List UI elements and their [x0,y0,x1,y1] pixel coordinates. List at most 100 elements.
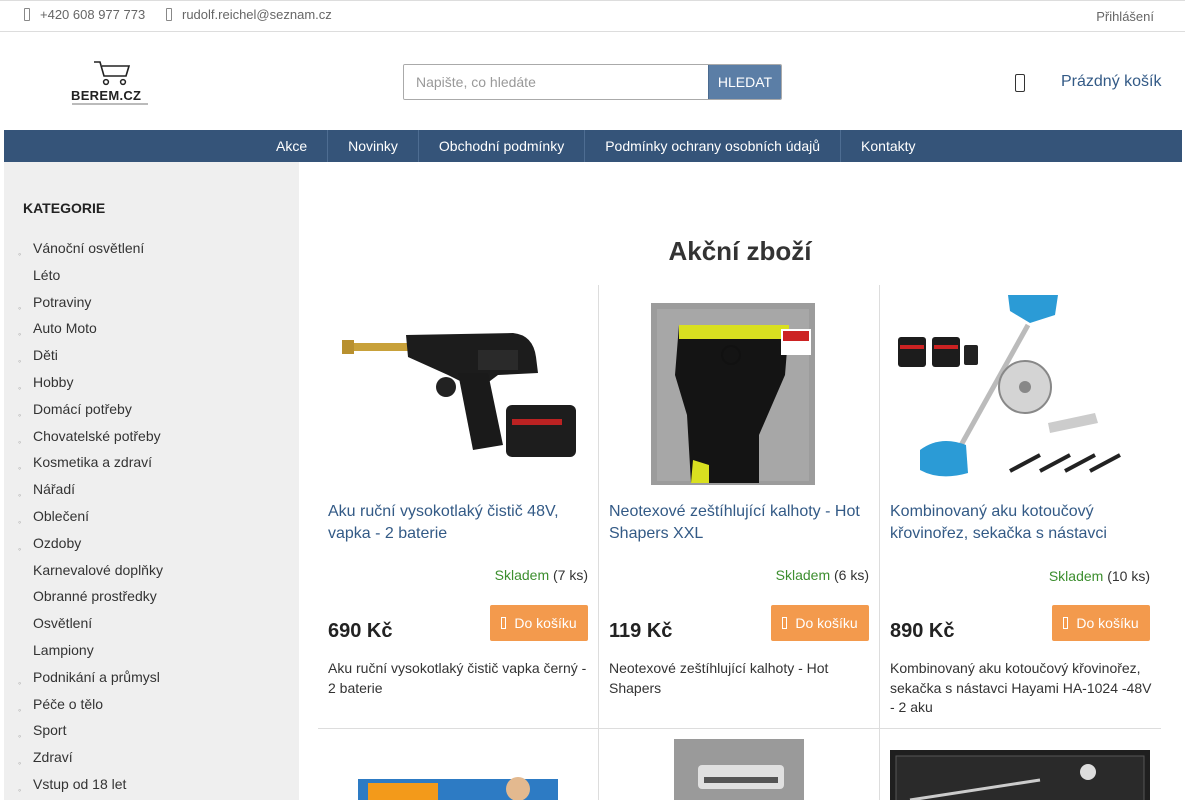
sidebar-title: KATEGORIE [23,200,106,216]
product-image-box[interactable] [328,775,588,800]
nav-item-kontakty[interactable]: Kontakty [841,130,935,162]
bullet-icon: ◦ [18,409,22,420]
grid-divider [598,285,599,800]
stock-info: Skladem (6 ks) [776,567,869,583]
category-sidebar: KATEGORIE ◦ Vánoční osvětlení Léto ◦ Potravi… [4,162,299,800]
nav-item-obchodni-podminky[interactable]: Obchodní podmínky [419,130,586,162]
category-label: Potraviny [33,293,92,310]
category-item[interactable]: Lampiony [18,641,163,668]
cart-icon [1063,617,1069,629]
category-item[interactable]: ◦ Zdraví [18,748,163,775]
bullet-icon: ◦ [18,490,22,501]
category-item[interactable]: ◦ Ozdoby [18,534,163,561]
bullet-icon: ◦ [18,758,22,769]
search-input[interactable] [404,65,709,99]
category-item[interactable]: ◦ Kosmetika a zdraví [18,453,163,480]
stock-count: (7 ks) [553,567,588,583]
stock-count: (10 ks) [1107,568,1150,584]
product-image-pressure-washer[interactable] [328,295,588,485]
product-name-link[interactable]: Kombinovaný aku kotoučový křovinořez, se… [890,501,1150,545]
bullet-icon: ◦ [18,356,22,367]
top-bar: +420 608 977 773 rudolf.reichel@seznam.c… [0,0,1185,32]
category-item[interactable]: Obranné prostředky [18,587,163,614]
add-to-cart-label: Do košíku [514,615,577,631]
category-label: Oblečení [33,507,90,524]
cart-icon[interactable] [1015,74,1025,92]
site-logo[interactable]: BEREM.CZ [70,58,152,108]
main-nav: Akce Novinky Obchodní podmínky Podmínky … [4,130,1182,162]
stock-status: Skladem [1048,568,1104,584]
category-label: Nářadí [33,481,76,498]
category-item[interactable]: ◦ Chovatelské potřeby [18,427,163,454]
logo-tagline-line [72,103,148,105]
product-price: 890 Kč [890,620,955,642]
category-item[interactable]: ◦ Domácí potřeby [18,400,163,427]
phone-number[interactable]: +420 608 977 773 [40,7,145,22]
category-label: Karnevalové doplňky [33,561,163,578]
login-link[interactable]: Přihlášení [1096,9,1154,24]
category-item[interactable]: ◦ Vánoční osvětlení [18,239,163,266]
category-item[interactable]: Léto [18,266,163,293]
product-image-hot-shapers[interactable] [609,295,869,485]
product-image-box[interactable] [674,739,804,800]
bullet-icon: ◦ [18,463,22,474]
category-item[interactable]: Osvětlení [18,614,163,641]
category-item[interactable]: ◦ Potraviny [18,293,163,320]
category-label: Hobby [33,373,74,390]
bullet-icon: ◦ [18,249,22,259]
nav-item-ochrana-udaju[interactable]: Podmínky ochrany osobních údajů [585,130,842,162]
stock-status: Skladem [494,567,550,583]
cart-link[interactable]: Prázdný košík [1061,73,1161,91]
category-label: Auto Moto [33,320,97,337]
phone-contact[interactable]: +420 608 977 773 [24,7,145,22]
search-button[interactable]: HLEDAT [708,65,781,99]
category-item[interactable]: ◦ Nářadí [18,480,163,507]
category-label: Podnikání a průmysl [33,668,160,685]
product-name-link[interactable]: Aku ruční vysokotlaký čistič 48V, vapka … [328,501,588,545]
category-item[interactable]: ◦ Sport [18,721,163,748]
email-contact[interactable]: rudolf.reichel@seznam.cz [166,7,332,22]
category-label: Kosmetika a zdraví [33,454,153,471]
category-item[interactable]: ◦ Vstup od 18 let [18,775,163,800]
email-address[interactable]: rudolf.reichel@seznam.cz [182,7,332,22]
category-label: Děti [33,347,58,364]
category-label: Osvětlení [33,615,93,632]
stock-count: (6 ks) [834,567,869,583]
category-label: Sport [33,722,67,739]
product-image-brush-cutter[interactable] [890,295,1150,485]
category-item[interactable]: ◦ Péče o tělo [18,695,163,722]
bullet-icon: ◦ [18,436,22,447]
bullet-icon: ◦ [18,516,22,527]
category-label: Ozdoby [33,534,82,551]
product-description: Kombinovaný aku kotoučový křovinořez, se… [890,660,1152,715]
product-price: 119 Kč [609,620,673,642]
product-image-box[interactable] [890,750,1150,800]
product-name-link[interactable]: Neotexové zeštíhlující kalhoty - Hot Sha… [609,501,869,545]
add-to-cart-button[interactable]: Do košíku [490,605,588,641]
add-to-cart-button[interactable]: Do košíku [1052,605,1150,641]
search-form: HLEDAT [403,64,782,100]
stock-info: Skladem (10 ks) [1049,568,1150,584]
category-label: Vstup od 18 let [33,775,127,792]
logo-text: BEREM.CZ [71,88,142,103]
category-item[interactable]: ◦ Podnikání a průmysl [18,668,163,695]
bullet-icon: ◦ [18,704,22,715]
category-item[interactable]: ◦ Oblečení [18,507,163,534]
category-label: Zdraví [33,749,73,766]
category-item[interactable]: Karnevalové doplňky [18,561,163,588]
add-to-cart-label: Do košíku [1076,615,1139,631]
grid-divider [879,285,880,800]
bullet-icon: ◦ [18,677,22,688]
cart-logo-icon [94,61,131,86]
nav-item-akce[interactable]: Akce [256,130,329,162]
category-item[interactable]: ◦ Auto Moto [18,319,163,346]
product-price: 690 Kč [328,620,393,642]
category-label: Chovatelské potřeby [33,427,161,444]
category-item[interactable]: ◦ Hobby [18,373,163,400]
nav-item-novinky[interactable]: Novinky [328,130,419,162]
email-icon [166,8,172,21]
category-item[interactable]: ◦ Děti [18,346,163,373]
add-to-cart-button[interactable]: Do košíku [771,605,869,641]
cart-icon [501,617,507,629]
bullet-icon: ◦ [18,382,22,393]
